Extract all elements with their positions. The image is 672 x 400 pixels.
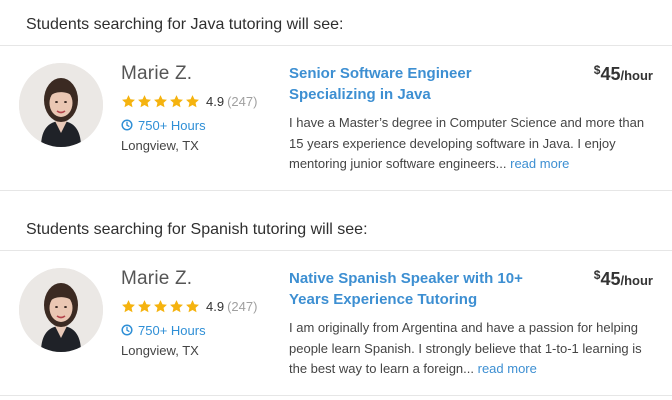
rating: 4.9 (247) xyxy=(121,297,257,315)
avatar[interactable] xyxy=(19,268,103,352)
star-rating xyxy=(121,299,200,314)
hours-row: 750+ Hours xyxy=(121,321,206,339)
rating: 4.9 (247) xyxy=(121,92,257,110)
spanish-section: Students searching for Spanish tutoring … xyxy=(0,209,672,396)
section-header: Students searching for Java tutoring wil… xyxy=(0,4,672,46)
rating-score: 4.9 xyxy=(206,93,225,109)
java-section: Students searching for Java tutoring wil… xyxy=(0,4,672,191)
rating-score: 4.9 xyxy=(206,298,225,314)
tutor-name[interactable]: Marie Z. xyxy=(121,268,192,290)
star-icon xyxy=(154,299,167,312)
avatar[interactable] xyxy=(19,63,103,147)
hourly-rate: $45/hour xyxy=(594,268,653,290)
tutor-card[interactable]: Marie Z. 4.9 (247) 750+ Hours Longview, … xyxy=(0,251,672,396)
clock-icon xyxy=(121,119,133,131)
location: Longview, TX xyxy=(121,343,199,358)
tutor-card[interactable]: Marie Z. 4.9 (247) 750+ Hours Longview, … xyxy=(0,46,672,191)
hourly-rate: $45/hour xyxy=(594,63,653,85)
star-icon xyxy=(122,299,135,312)
location: Longview, TX xyxy=(121,138,199,153)
price-unit: /hour xyxy=(620,273,654,288)
description-text: I have a Master’s degree in Computer Sci… xyxy=(289,115,645,171)
hours-count: 750+ Hours xyxy=(138,117,206,133)
star-icon xyxy=(186,94,199,107)
read-more-link[interactable]: read more xyxy=(478,361,537,376)
description-text: I am originally from Argentina and have … xyxy=(289,320,642,376)
clock-icon xyxy=(121,324,133,336)
star-icon xyxy=(154,94,167,107)
star-rating xyxy=(121,94,200,109)
price-unit: /hour xyxy=(620,68,654,83)
tutor-title[interactable]: Senior Software Engineer Specializing in… xyxy=(289,63,559,105)
price-amount: 45 xyxy=(600,269,621,289)
tutor-description: I have a Master’s degree in Computer Sci… xyxy=(289,113,654,175)
read-more-link[interactable]: read more xyxy=(510,156,569,171)
star-icon xyxy=(122,94,135,107)
tutor-name[interactable]: Marie Z. xyxy=(121,63,192,85)
star-icon xyxy=(186,299,199,312)
star-icon xyxy=(138,94,151,107)
review-count: (247) xyxy=(227,93,258,109)
section-header: Students searching for Spanish tutoring … xyxy=(0,209,672,251)
hours-row: 750+ Hours xyxy=(121,116,206,134)
star-icon xyxy=(170,94,183,107)
hours-count: 750+ Hours xyxy=(138,322,206,338)
tutor-description: I am originally from Argentina and have … xyxy=(289,318,654,380)
tutor-title[interactable]: Native Spanish Speaker with 10+ Years Ex… xyxy=(289,268,559,310)
star-icon xyxy=(138,299,151,312)
review-count: (247) xyxy=(227,298,258,314)
star-icon xyxy=(170,299,183,312)
price-amount: 45 xyxy=(600,64,621,84)
